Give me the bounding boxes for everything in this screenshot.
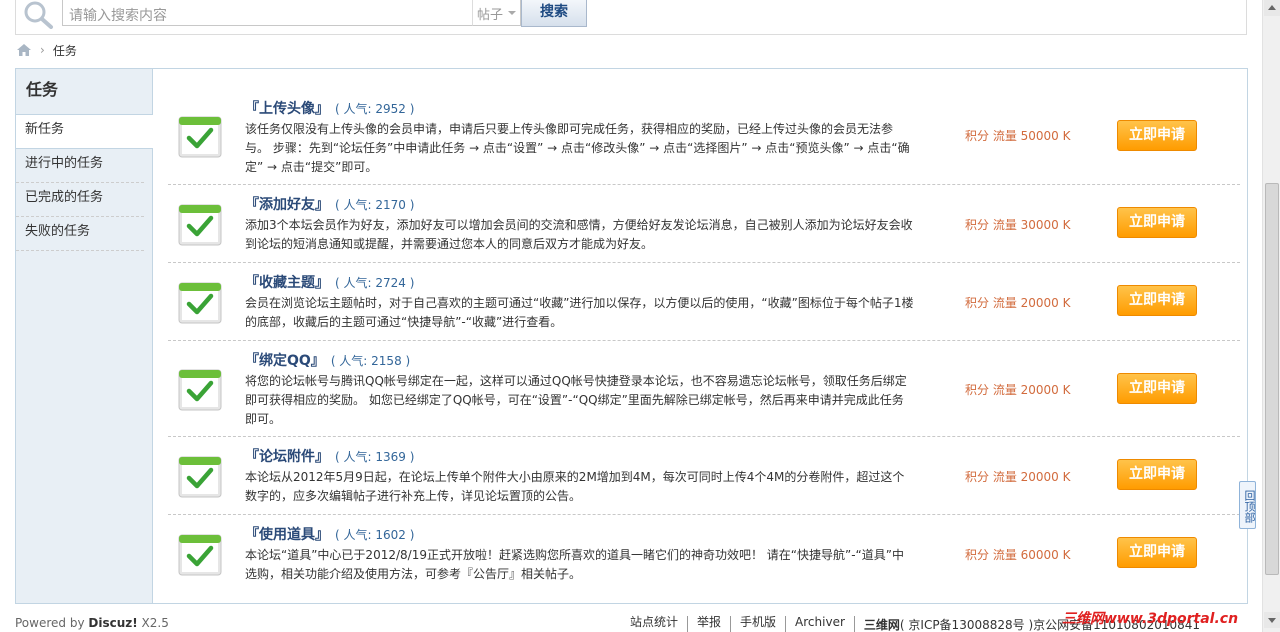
back-to-top-button[interactable]: 回顶部 xyxy=(1239,481,1256,529)
chevron-down-icon xyxy=(508,11,516,15)
search-icon xyxy=(24,1,53,29)
powered-by: Powered by Discuz! X2.5 xyxy=(15,616,169,630)
task-body: 『使用道具』 ( 人气: 1602 ) 本论坛“道具”中心已于2012/8/19正… xyxy=(245,525,915,584)
task-popularity: ( 人气: 1369 ) xyxy=(335,450,415,464)
task-row: 『上传头像』 ( 人气: 2952 ) 该任务仅限没有上传头像的会员申请，申请后只… xyxy=(168,79,1240,185)
task-description: 该任务仅限没有上传头像的会员申请，申请后只要上传头像即可完成任务，获得相应的奖励… xyxy=(245,122,910,174)
apply-button[interactable]: 立即申请 xyxy=(1117,537,1197,568)
task-check-icon xyxy=(178,116,222,158)
scrollbar-thumb[interactable] xyxy=(1265,183,1279,575)
task-title[interactable]: 『收藏主题』 xyxy=(245,275,329,291)
task-body: 『论坛附件』 ( 人气: 1369 ) 本论坛从2012年5月9日起，在论坛上传单… xyxy=(245,447,915,506)
search-type-label: 帖子 xyxy=(477,8,504,23)
task-body: 『添加好友』 ( 人气: 2170 ) 添加3个本坛会员作为好友，添加好友可以增加… xyxy=(245,195,915,254)
apply-button[interactable]: 立即申请 xyxy=(1117,120,1197,151)
task-body: 『上传头像』 ( 人气: 2952 ) 该任务仅限没有上传头像的会员申请，申请后只… xyxy=(245,99,915,177)
scroll-up-arrow-icon[interactable] xyxy=(1264,0,1280,16)
task-title[interactable]: 『添加好友』 xyxy=(245,197,329,213)
task-title[interactable]: 『论坛附件』 xyxy=(245,449,329,465)
task-title[interactable]: 『上传头像』 xyxy=(245,101,329,117)
task-reward: 积分 流量 20000 K xyxy=(965,470,1071,484)
task-popularity: ( 人气: 1602 ) xyxy=(335,528,415,542)
task-check-icon xyxy=(178,369,222,411)
footer-link-stats[interactable]: 站点统计 xyxy=(630,616,689,632)
breadcrumb-current: 任务 xyxy=(52,43,77,58)
task-body: 『绑定QQ』 ( 人气: 2158 ) 将您的论坛帐号与腾讯QQ帐号绑定在一起，这… xyxy=(245,351,915,429)
search-input[interactable]: 请输入搜索内容 xyxy=(62,0,474,26)
task-check-icon xyxy=(178,456,222,498)
task-popularity: ( 人气: 2724 ) xyxy=(335,276,415,290)
task-check-icon xyxy=(178,282,222,324)
task-popularity: ( 人气: 2952 ) xyxy=(335,102,415,116)
task-row: 『绑定QQ』 ( 人气: 2158 ) 将您的论坛帐号与腾讯QQ帐号绑定在一起，这… xyxy=(168,341,1240,437)
sidebar-item-new-tasks[interactable]: 新任务 xyxy=(16,115,153,149)
task-list: 『上传头像』 ( 人气: 2952 ) 该任务仅限没有上传头像的会员申请，申请后只… xyxy=(168,79,1240,593)
footer-link-report[interactable]: 举报 xyxy=(688,616,732,632)
sidebar-item-failed[interactable]: 失败的任务 xyxy=(16,217,144,251)
search-button[interactable]: 搜索 xyxy=(521,0,587,27)
sidebar: 任务 新任务 进行中的任务 已完成的任务 失败的任务 xyxy=(16,69,153,603)
footer-site-name[interactable]: 三维网 xyxy=(855,616,900,632)
task-reward: 积分 流量 60000 K xyxy=(965,548,1071,562)
page-scrollbar[interactable] xyxy=(1262,0,1280,632)
search-type-select[interactable]: 帖子 xyxy=(472,0,521,26)
task-popularity: ( 人气: 2170 ) xyxy=(335,198,415,212)
apply-button[interactable]: 立即申请 xyxy=(1117,285,1197,316)
sidebar-title: 任务 xyxy=(16,69,152,115)
task-description: 本论坛“道具”中心已于2012/8/19正式开放啦！赶紧选购您所喜欢的道具一睹它… xyxy=(245,548,904,581)
task-popularity: ( 人气: 2158 ) xyxy=(330,354,411,368)
breadcrumb-separator-icon: › xyxy=(40,43,45,57)
apply-button[interactable]: 立即申请 xyxy=(1117,459,1197,490)
footer-link-archiver[interactable]: Archiver xyxy=(786,616,855,632)
task-description: 本论坛从2012年5月9日起，在论坛上传单个附件大小由原来的2M增加到4M，每次… xyxy=(245,470,905,503)
task-row: 『使用道具』 ( 人气: 1602 ) 本论坛“道具”中心已于2012/8/19正… xyxy=(168,515,1240,593)
page: 请输入搜索内容 帖子 搜索 › 任务 任务 新任务 进行中的任务 已完成的任务 … xyxy=(0,0,1262,632)
task-check-icon xyxy=(178,204,222,246)
task-check-icon xyxy=(178,534,222,576)
task-title[interactable]: 『绑定QQ』 xyxy=(245,353,325,369)
apply-button[interactable]: 立即申请 xyxy=(1117,207,1197,238)
powered-brand-link[interactable]: Discuz! xyxy=(88,616,137,630)
task-reward: 积分 流量 20000 K xyxy=(965,296,1071,310)
task-panel: 任务 新任务 进行中的任务 已完成的任务 失败的任务 『上传头像』 ( 人气: 2… xyxy=(15,68,1248,604)
scroll-down-arrow-icon[interactable] xyxy=(1264,612,1280,628)
task-description: 添加3个本坛会员作为好友，添加好友可以增加会员间的交流和感情，方便给好友发论坛消… xyxy=(245,218,913,251)
task-description: 会员在浏览论坛主题帖时，对于自己喜欢的主题可通过“收藏”进行加以保存，以方便以后… xyxy=(245,296,914,329)
search-bar: 请输入搜索内容 帖子 搜索 xyxy=(15,0,1247,35)
apply-button[interactable]: 立即申请 xyxy=(1117,373,1197,404)
task-row: 『论坛附件』 ( 人气: 1369 ) 本论坛从2012年5月9日起，在论坛上传单… xyxy=(168,437,1240,515)
sidebar-item-completed[interactable]: 已完成的任务 xyxy=(16,183,144,217)
home-icon[interactable] xyxy=(16,43,32,57)
watermark-logo: 三维网www.3dportal.cn xyxy=(1062,611,1239,627)
task-body: 『收藏主题』 ( 人气: 2724 ) 会员在浏览论坛主题帖时，对于自己喜欢的主题… xyxy=(245,273,915,332)
powered-prefix: Powered by xyxy=(15,616,89,630)
sidebar-item-in-progress[interactable]: 进行中的任务 xyxy=(16,149,144,183)
task-description: 将您的论坛帐号与腾讯QQ帐号绑定在一起，这样可以通过QQ帐号快捷登录本论坛，也不… xyxy=(245,374,907,426)
task-reward: 积分 流量 30000 K xyxy=(965,218,1071,232)
task-row: 『添加好友』 ( 人气: 2170 ) 添加3个本坛会员作为好友，添加好友可以增加… xyxy=(168,185,1240,263)
footer-link-mobile[interactable]: 手机版 xyxy=(731,616,787,632)
task-title[interactable]: 『使用道具』 xyxy=(245,527,329,543)
task-reward: 积分 流量 50000 K xyxy=(965,129,1071,143)
breadcrumb: › 任务 xyxy=(16,42,77,58)
powered-version: X2.5 xyxy=(137,616,169,630)
task-row: 『收藏主题』 ( 人气: 2724 ) 会员在浏览论坛主题帖时，对于自己喜欢的主题… xyxy=(168,263,1240,341)
task-reward: 积分 流量 20000 K xyxy=(965,383,1071,397)
